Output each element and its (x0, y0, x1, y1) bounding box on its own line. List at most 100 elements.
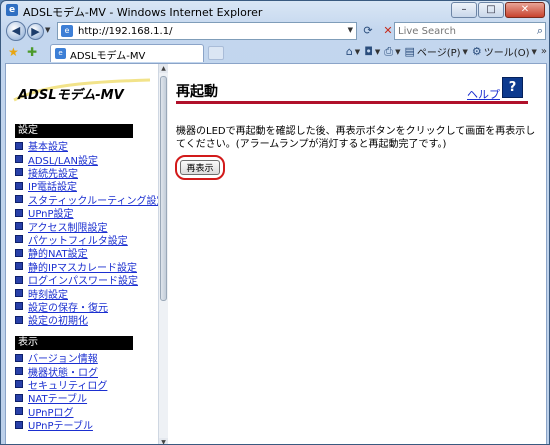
scroll-down-icon[interactable]: ▼ (159, 438, 168, 444)
refresh-icon[interactable]: ⟳ (359, 22, 377, 40)
help-link[interactable]: ヘルプ (467, 86, 500, 102)
add-favorites-icon[interactable]: ✚ (27, 45, 37, 59)
instruction-text: 機器のLEDで再起動を確認した後、再表示ボタンをクリックして画面を再表示してくだ… (176, 126, 536, 150)
window-controls: – □ ✕ (451, 2, 545, 18)
maximize-button[interactable]: □ (478, 2, 504, 18)
bullet-icon (15, 222, 23, 231)
logo: ADSLモデム-MV (18, 88, 124, 103)
sidebar-item-security-log[interactable]: セキュリティログ (15, 378, 107, 392)
page-title: 再起動 (176, 84, 218, 100)
settings-menu: 基本設定 ADSL/LAN設定 接続先設定 IP電話設定 スタティックルーティン… (15, 139, 158, 327)
bullet-icon (15, 367, 23, 376)
sidebar-item-nat-table[interactable]: NATテーブル (15, 391, 107, 405)
sidebar-item-basic[interactable]: 基本設定 (15, 139, 158, 153)
page-icon: ▤ (404, 45, 415, 58)
page-menu-label: ページ(P) (416, 48, 461, 59)
recent-pages-dropdown-icon[interactable]: ▼ (45, 26, 50, 34)
bullet-icon (15, 380, 23, 389)
command-bar: ⌂ ▼ ◘ ▼ ⎙ ▼ ▤ ページ(P) ▼ ⚙ ツール(O) ▼ » (346, 44, 547, 60)
bullet-icon (15, 420, 23, 429)
sidebar-link[interactable]: UPnPテーブル (28, 417, 93, 432)
scroll-thumb[interactable] (160, 76, 167, 301)
title-divider (176, 101, 528, 104)
bullet-icon (15, 235, 23, 244)
bullet-icon (15, 155, 23, 164)
ie-icon: e (6, 4, 18, 16)
bullet-icon (15, 195, 23, 204)
tools-menu-label: ツール(O) (483, 48, 530, 59)
gear-icon: ⚙ (471, 45, 482, 58)
bullet-icon (15, 275, 23, 284)
sidebar-item-factory-reset[interactable]: 設定の初期化 (15, 312, 158, 327)
search-icon[interactable]: ⌕ (537, 24, 543, 38)
bullet-icon (15, 315, 23, 324)
print-icon: ⎙ (384, 44, 394, 58)
sidebar-link[interactable]: 設定の初期化 (28, 312, 88, 327)
more-commands-button[interactable]: » (541, 46, 547, 57)
reload-button[interactable]: 再表示 (180, 160, 220, 175)
page-viewport: ADSLモデム-MV 設定 基本設定 ADSL/LAN設定 接続先設定 IP電話… (5, 63, 547, 444)
search-box: ⌕ (394, 22, 546, 40)
tab-active[interactable]: e ADSLモデム-MV (50, 44, 204, 62)
sidebar-item-static-routing[interactable]: スタティックルーティング設定 (15, 193, 158, 207)
feeds-icon: ◘ (364, 45, 373, 58)
minimize-button[interactable]: – (451, 2, 477, 18)
bullet-icon (15, 262, 23, 271)
home-button[interactable]: ⌂ ▼ (346, 45, 360, 58)
sidebar-item-ip-phone[interactable]: IP電話設定 (15, 179, 158, 193)
address-row: ◀ ▶ ▼ e ▼ ⟳ ✕ ⌕ (1, 20, 549, 42)
forward-button[interactable]: ▶ (27, 23, 44, 40)
sidebar-item-login-password[interactable]: ログインパスワード設定 (15, 273, 158, 287)
title-bar: e ADSLモデム-MV - Windows Internet Explorer… (1, 1, 549, 19)
bullet-icon (15, 353, 23, 362)
tab-favicon-icon: e (55, 48, 66, 59)
feeds-button[interactable]: ◘ ▼ (364, 45, 380, 58)
sidebar-item-upnp-table[interactable]: UPnPテーブル (15, 417, 107, 432)
window-title: ADSLモデム-MV - Windows Internet Explorer (23, 6, 263, 19)
sidebar-scrollbar[interactable]: ▲ ▼ (158, 64, 168, 444)
bullet-icon (15, 407, 23, 416)
address-tools: ⟳ ✕ (359, 22, 397, 40)
page-favicon-icon: e (61, 25, 73, 37)
print-button[interactable]: ⎙ ▼ (384, 45, 400, 59)
tools-menu-button[interactable]: ⚙ ツール(O) ▼ (472, 44, 537, 59)
sidebar-item-time[interactable]: 時刻設定 (15, 286, 158, 301)
sidebar-item-access-limit[interactable]: アクセス制限設定 (15, 219, 158, 234)
sidebar-item-static-nat[interactable]: 静的NAT設定 (15, 246, 158, 260)
back-button[interactable]: ◀ (6, 21, 26, 41)
tab-row: ★ ✚ e ADSLモデム-MV ⌂ ▼ ◘ ▼ ⎙ ▼ ▤ ページ(P) ▼ ⚙ ツール(… (1, 43, 549, 62)
sidebar-item-save-restore[interactable]: 設定の保存・復元 (15, 300, 158, 314)
bullet-icon (15, 208, 23, 217)
page-menu-button[interactable]: ▤ ページ(P) ▼ (404, 44, 467, 59)
sidebar-item-packet-filter[interactable]: パケットフィルタ設定 (15, 233, 158, 247)
sidebar-item-upnp[interactable]: UPnP設定 (15, 206, 158, 220)
bullet-icon (15, 141, 23, 150)
sidebar-item-upnp-log[interactable]: UPnPログ (15, 405, 107, 419)
bullet-icon (15, 302, 23, 311)
bullet-icon (15, 393, 23, 402)
bullet-icon (15, 248, 23, 257)
sidebar-item-connection[interactable]: 接続先設定 (15, 166, 158, 180)
search-input[interactable] (398, 24, 523, 38)
address-dropdown-icon[interactable]: ▼ (348, 26, 353, 34)
sidebar-item-adsl-lan[interactable]: ADSL/LAN設定 (15, 152, 158, 167)
bullet-icon (15, 288, 23, 297)
favorites-star-icon[interactable]: ★ (8, 45, 19, 59)
close-button[interactable]: ✕ (505, 2, 545, 18)
address-bar: e ▼ (57, 22, 357, 40)
sidebar-item-device-status[interactable]: 機器状態・ログ (15, 364, 107, 379)
display-menu: バージョン情報 機器状態・ログ セキュリティログ NATテーブル UPnPログ … (15, 351, 107, 432)
sidebar-frame: ADSLモデム-MV 設定 基本設定 ADSL/LAN設定 接続先設定 IP電話… (6, 64, 158, 444)
address-input[interactable] (78, 24, 328, 38)
section-header-display: 表示 (15, 336, 133, 350)
home-icon: ⌂ (345, 45, 353, 58)
sidebar-item-version[interactable]: バージョン情報 (15, 351, 107, 365)
section-header-settings: 設定 (15, 124, 133, 138)
scroll-up-icon[interactable]: ▲ (159, 64, 168, 73)
sidebar-item-static-masquerade[interactable]: 静的IPマスカレード設定 (15, 260, 158, 274)
bullet-icon (15, 168, 23, 177)
new-tab-button[interactable] (208, 46, 224, 60)
help-icon[interactable]: ? (502, 77, 523, 98)
main-frame: 再起動 ヘルプ ? 機器のLEDで再起動を確認した後、再表示ボタンをクリックして… (168, 64, 546, 444)
tab-label: ADSLモデム-MV (70, 51, 146, 62)
